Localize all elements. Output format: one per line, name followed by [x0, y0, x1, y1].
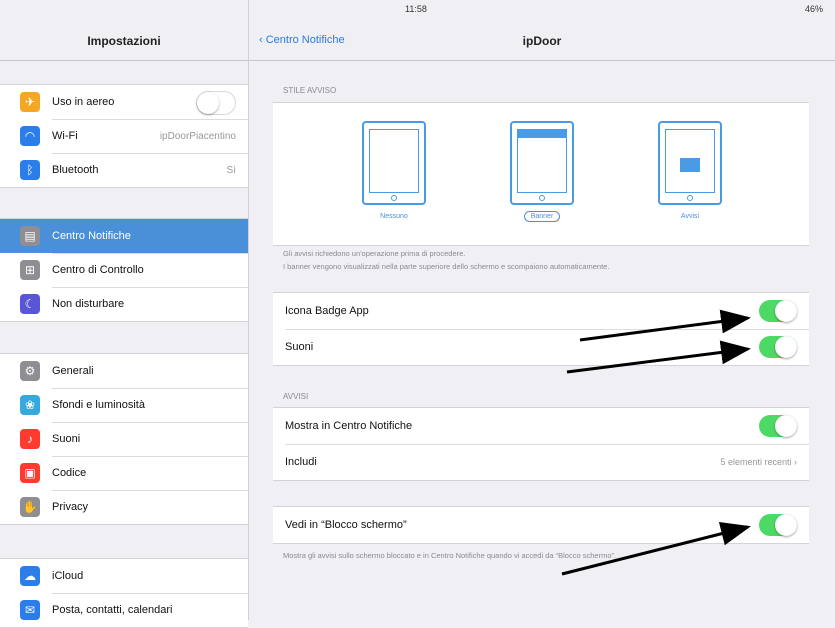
- arrow-to-badge-toggle: [579, 309, 751, 342]
- annotation-arrows: [561, 309, 751, 576]
- arrow-to-sounds-toggle: [566, 340, 751, 374]
- arrow-to-lockscreen-toggle: [561, 521, 751, 576]
